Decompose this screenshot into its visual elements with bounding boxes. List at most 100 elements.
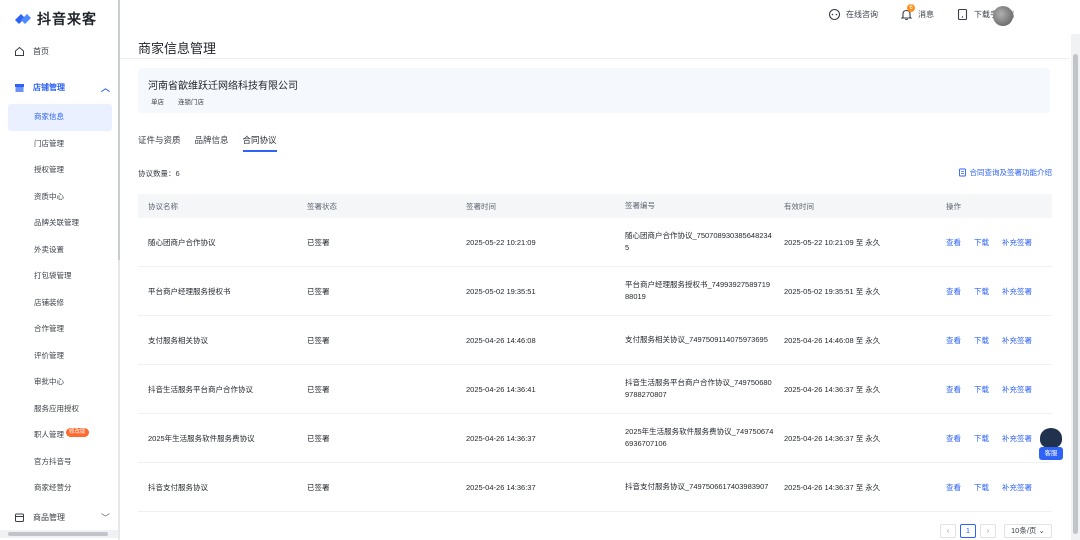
download-button[interactable]: 下载 [974,286,989,297]
sign-time-cell: 2025-04-26 14:36:37 [466,482,536,492]
page-number-button[interactable]: 1 [960,524,976,538]
sidebar-item-qualification[interactable]: 资质中心 [8,184,112,211]
tab-certificates[interactable]: 证件与资质 [138,134,181,152]
assistant-avatar-icon [1040,428,1062,448]
supplement-sign-button[interactable]: 补充签署 [1002,237,1032,248]
main-scrollbar-thumb[interactable] [1073,54,1078,534]
customer-service-button[interactable]: 客服 [1037,428,1065,462]
sidebar-item-store-management[interactable]: 门店管理 [8,131,112,158]
sidebar-item-store-decoration[interactable]: 店铺装修 [8,290,112,317]
sign-time-cell: 2025-05-02 19:35:51 [466,286,536,296]
supplement-sign-button[interactable]: 补充签署 [1002,433,1032,444]
table-row: 抖音支付服务协议 已签署 2025-04-26 14:36:37 抖音支付服务协议_7… [138,463,1052,512]
sign-status-cell: 已签署 [307,433,330,443]
sidebar-item-approval[interactable]: 审批中心 [8,369,112,396]
valid-time-cell: 2025-05-02 19:35:51 至 永久 [784,286,881,296]
sign-code-cell: 抖音生活服务平台商户合作协议_7497506809788270807 [625,378,772,399]
sidebar-horizontal-scrollbar-thumb[interactable] [8,532,108,536]
sidebar-section-products[interactable]: 商品管理 ﹀ [14,512,110,523]
sidebar-item-label: 官方抖音号 [34,456,72,466]
view-button[interactable]: 查看 [946,384,961,395]
sidebar-item-cooperation[interactable]: 合作管理 [8,316,112,343]
sign-time-cell: 2025-05-22 10:21:09 [466,237,536,247]
table-row: 随心团商户合作协议 已签署 2025-05-22 10:21:09 随心团商户合作协议… [138,218,1052,267]
table-row: 2025年生活服务软件服务费协议 已签署 2025-04-26 14:36:37 20… [138,414,1052,463]
sidebar-section-store[interactable]: 店铺管理 ︿ [14,82,110,93]
sidebar-item-label: 合作管理 [34,324,64,333]
column-header: 签署编号 [625,201,655,210]
sign-code-cell: 支付服务相关协议_7497509114075973695 [625,335,768,344]
valid-time-cell: 2025-04-26 14:36:37 至 永久 [784,482,881,492]
agreement-name-cell: 抖音支付服务协议 [148,482,208,492]
messages-button[interactable]: 6 消息 [900,4,934,21]
merchant-tag: 单店 [151,99,164,106]
merchant-tag: 连锁门店 [178,99,204,106]
sidebar-item-reviews[interactable]: 评价管理 [8,343,112,370]
online-consult-button[interactable]: 在线咨询 [828,8,878,21]
download-button[interactable]: 下载 [974,384,989,395]
sidebar-item-label: 品牌关联管理 [34,218,79,227]
sidebar-item-official-account[interactable]: 官方抖音号 [8,449,112,476]
sidebar-item-authorization[interactable]: 授权管理 [8,157,112,184]
supplement-sign-button[interactable]: 补充签署 [1002,482,1032,493]
download-button[interactable]: 下载 [974,335,989,346]
sidebar-item-tag: 修改版 [66,428,89,437]
store-icon [15,84,24,92]
avatar[interactable] [993,6,1013,26]
sidebar-item-delivery-settings[interactable]: 外卖设置 [8,237,112,264]
sign-status-cell: 已签署 [307,335,330,345]
tab-contracts[interactable]: 合同协议 [242,134,277,152]
sidebar-item-merchant-info[interactable]: 商家信息 [8,104,112,131]
supplement-sign-button[interactable]: 补充签署 [1002,286,1032,297]
contract-help-link[interactable]: 合同查询及签署功能介绍 [958,167,1052,178]
view-button[interactable]: 查看 [946,335,961,346]
messages-label: 消息 [918,10,934,19]
row-actions: 查看 下载 补充签署 [936,237,1052,248]
sign-code-cell: 平台商户经理服务授权书_7499392758971988019 [625,280,771,301]
sidebar-item-brand-link[interactable]: 品牌关联管理 [8,210,112,237]
sidebar-item-home[interactable]: 首页 [14,46,49,57]
sidebar-item-label: 职人管理 [34,430,64,439]
valid-time-cell: 2025-04-26 14:36:37 至 永久 [784,384,881,394]
page-size-label: 10条/页 [1011,526,1037,535]
main-scrollbar[interactable] [1071,34,1080,540]
row-actions: 查看 下载 补充签署 [936,335,1052,346]
download-button[interactable]: 下载 [974,482,989,493]
sidebar-item-label: 授权管理 [34,165,64,174]
download-button[interactable]: 下载 [974,237,989,248]
top-actions: 在线咨询 6 消息 下载手机端 [814,4,1014,21]
view-button[interactable]: 查看 [946,482,961,493]
download-button[interactable]: 下载 [974,433,989,444]
sign-time-cell: 2025-04-26 14:36:41 [466,384,536,394]
sign-status-cell: 已签署 [307,384,330,394]
sidebar-item-label: 审批中心 [34,377,64,386]
supplement-sign-button[interactable]: 补充签署 [1002,335,1032,346]
sidebar-item-staff[interactable]: 职人管理 修改版 [8,422,112,449]
view-button[interactable]: 查看 [946,237,961,248]
customer-service-label: 客服 [1039,447,1063,460]
next-page-button[interactable]: › [980,524,996,538]
row-actions: 查看 下载 补充签署 [936,384,1052,395]
view-button[interactable]: 查看 [946,286,961,297]
view-button[interactable]: 查看 [946,433,961,444]
sidebar-section-label: 店铺管理 [33,83,65,92]
merchant-name: 河南省歆维跃迁网络科技有限公司 [148,81,298,92]
supplement-sign-button[interactable]: 补充签署 [1002,384,1032,395]
sidebar-horizontal-scrollbar[interactable] [0,530,118,538]
chevron-up-icon: ︿ [100,83,110,93]
bell-icon: 6 [900,4,915,21]
page-size-select[interactable]: 10条/页 ⌄ [1004,524,1052,538]
prev-page-button[interactable]: ‹ [940,524,956,538]
valid-time-cell: 2025-04-26 14:46:08 至 永久 [784,335,881,345]
pagination: ‹ 1 › 10条/页 ⌄ [940,524,1052,538]
sidebar-item-app-authorization[interactable]: 服务应用授权 [8,396,112,423]
sidebar-item-packaging[interactable]: 打包袋管理 [8,263,112,290]
row-actions: 查看 下载 补充签署 [936,482,1052,493]
app-logo[interactable]: 抖音来客 [13,9,97,29]
tab-brand-info[interactable]: 品牌信息 [195,134,229,152]
sidebar: 首页 店铺管理 ︿ 商家信息 门店管理 授权管理 资质中心 品牌关联管理 外卖设… [0,34,118,540]
valid-time-cell: 2025-04-26 14:36:37 至 永久 [784,433,881,443]
chevron-down-icon: ﹀ [100,513,110,523]
sidebar-products-label: 商品管理 [33,513,65,522]
sidebar-item-business-score[interactable]: 商家经营分 [8,475,112,502]
